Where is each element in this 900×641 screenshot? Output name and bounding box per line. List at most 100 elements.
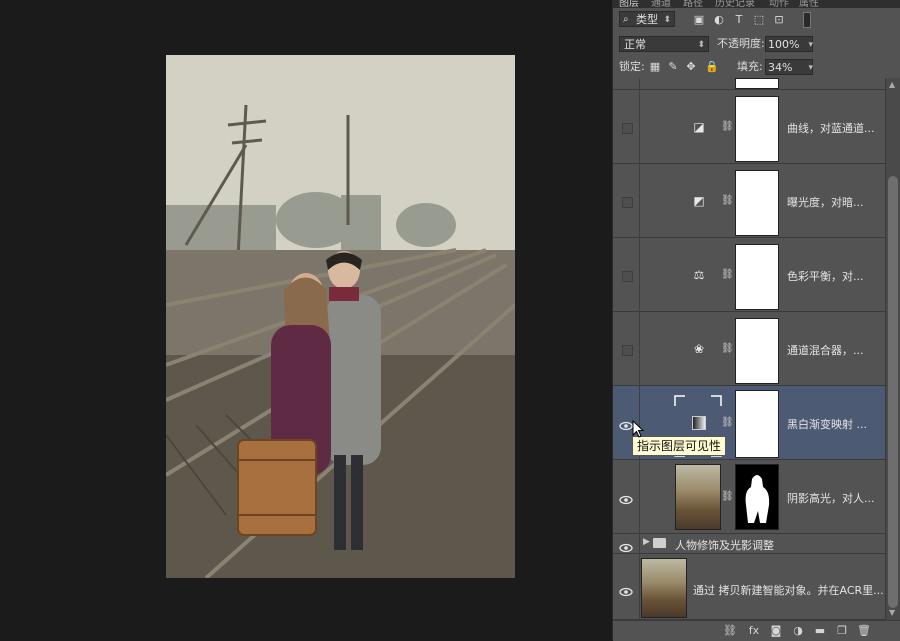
link-chain-icon[interactable]: ⛓ [721,343,734,355]
link-chain-icon[interactable]: ⛓ [721,417,734,429]
layer-mask-thumb[interactable] [735,244,779,310]
channel-mixer-icon: ❀ [693,342,705,356]
layer-row-base-smart-object[interactable]: 通过 拷贝新建智能对象。并在ACR里... [613,554,885,620]
visibility-divider [639,460,640,534]
layer-mask-thumb[interactable] [735,318,779,384]
fill-input[interactable]: 34% ▾ [765,59,813,75]
blend-mode-select[interactable]: 正常 ⬍ [619,36,709,52]
exposure-icon: ◩ [693,194,705,208]
layer-image-thumb[interactable] [641,558,687,618]
filter-toggle-switch[interactable] [803,12,811,28]
layer-mask-thumb[interactable] [735,170,779,236]
filter-kind-select[interactable]: ⌕ 类型 ⬍ [619,11,675,27]
filter-shape-icon[interactable]: ⬚ [753,14,765,26]
chevron-down-icon[interactable]: ▾ [808,37,813,53]
visibility-toggle-off[interactable] [622,271,633,282]
chevron-down-icon: ⬍ [697,40,705,50]
filter-kind-label: 类型 [636,13,658,26]
lock-row: 锁定: ▦ ✎ ✥ 🔒 填充: 34% ▾ [613,56,900,79]
visibility-divider [639,534,640,554]
color-balance-icon: ⚖ [693,268,705,282]
lock-position-move-icon[interactable]: ✥ [685,61,697,73]
filter-smart-object-icon[interactable]: ⊡ [773,14,785,26]
tab-channels[interactable]: 通道 [651,0,671,8]
link-layers-icon[interactable]: ⛓ [723,624,737,638]
tab-layers[interactable]: 图层 [619,0,639,8]
layers-list: ◪ ⛓ 曲线，对蓝通道... ◩ ⛓ 曝光度，对暗... ⚖ ⛓ 色彩平衡，对.… [613,78,885,620]
layers-panel: 图层 通道 路径 历史记录 动作 属性 ⌕ 类型 ⬍ ▣ ◐ T ⬚ ⊡ 正常 … [612,0,900,641]
layer-image-thumb[interactable] [675,464,721,530]
tab-properties[interactable]: 属性 [799,0,819,8]
layer-row-partial[interactable] [613,78,885,90]
scroll-down-icon[interactable]: ▼ [889,608,895,617]
expand-arrow-icon[interactable]: ▶ [643,537,650,547]
layer-name[interactable]: 通道混合器，... [787,342,864,358]
visibility-divider [639,164,640,238]
chevron-down-icon: ⬍ [663,15,671,25]
eye-icon[interactable] [619,490,635,505]
filter-pixel-icon[interactable]: ▣ [693,14,705,26]
layer-row-curves[interactable]: ◪ ⛓ 曲线，对蓝通道... [613,90,885,164]
link-chain-icon[interactable]: ⛓ [721,121,734,133]
folder-icon [653,538,666,548]
layer-group-row[interactable]: ▶ 人物修饰及光影调整 [613,534,885,554]
layer-row-shadow-highlight[interactable]: ⛓ 阴影高光，对人... [613,460,885,534]
new-group-icon[interactable]: ▬ [813,624,827,638]
tab-history[interactable]: 历史记录 [715,0,755,8]
layer-name[interactable]: 通过 拷贝新建智能对象。并在ACR里... [693,582,884,598]
visibility-divider [639,90,640,164]
gradient-map-icon [692,416,706,430]
panel-tab-strip: 图层 通道 路径 历史记录 动作 属性 [613,0,900,8]
layer-mask-thumb[interactable] [735,464,779,530]
visibility-divider [639,554,640,620]
link-chain-icon[interactable]: ⛓ [721,491,734,503]
lock-label: 锁定: [619,60,645,73]
layer-name[interactable]: 色彩平衡，对... [787,268,864,284]
eye-icon[interactable] [619,582,635,597]
layer-name[interactable]: 黑白渐变映射 ... [787,416,867,432]
link-chain-icon[interactable]: ⛓ [721,269,734,281]
add-mask-icon[interactable]: ◙ [769,624,783,638]
visibility-toggle-off[interactable] [622,123,633,134]
new-adjustment-layer-icon[interactable]: ◑ [791,624,805,638]
new-layer-icon[interactable]: ❐ [835,624,849,638]
chevron-down-icon[interactable]: ▾ [808,60,813,76]
layer-row-color-balance[interactable]: ⚖ ⛓ 色彩平衡，对... [613,238,885,312]
layers-scrollbar[interactable]: ▲ ▼ [885,78,900,620]
visibility-divider [639,238,640,312]
eye-icon[interactable] [619,538,635,553]
fill-value: 34% [768,61,793,74]
fill-label: 填充: [737,60,763,73]
tab-paths[interactable]: 路径 [683,0,703,8]
layer-mask-thumb[interactable] [735,390,779,458]
opacity-label: 不透明度: [717,37,765,50]
layer-name[interactable]: 阴影高光，对人... [787,490,875,506]
visibility-toggle-off[interactable] [622,197,633,208]
layer-mask-thumb[interactable] [735,96,779,162]
photo-couple-on-railway[interactable] [166,55,515,578]
delete-layer-icon[interactable]: 🗑 [857,624,871,638]
scrollbar-thumb[interactable] [888,176,898,608]
link-chain-icon[interactable]: ⛓ [721,195,734,207]
layer-style-fx-icon[interactable]: fx [747,624,761,638]
lock-image-brush-icon[interactable]: ✎ [667,61,679,73]
layer-name[interactable]: 曲线，对蓝通道... [787,120,875,136]
filter-adjustment-icon[interactable]: ◐ [713,14,725,26]
search-icon: ⌕ [623,14,629,25]
scroll-up-icon[interactable]: ▲ [889,80,895,89]
layer-mask-thumb[interactable] [735,78,779,89]
layer-name[interactable]: 曝光度，对暗... [787,194,864,210]
opacity-input[interactable]: 100% ▾ [765,36,813,52]
document-canvas[interactable] [0,0,612,640]
layers-bottom-toolbar: ⛓ fx ◙ ◑ ▬ ❐ 🗑 [613,620,900,641]
lock-transparent-icon[interactable]: ▦ [649,61,661,73]
layer-row-channel-mixer[interactable]: ❀ ⛓ 通道混合器，... [613,312,885,386]
blend-row: 正常 ⬍ 不透明度: 100% ▾ [613,32,900,56]
visibility-toggle-off[interactable] [622,345,633,356]
layer-row-exposure[interactable]: ◩ ⛓ 曝光度，对暗... [613,164,885,238]
tab-actions[interactable]: 动作 [769,0,789,8]
opacity-value: 100% [768,38,800,51]
layer-name[interactable]: 人物修饰及光影调整 [675,537,774,553]
lock-all-icon[interactable]: 🔒 [705,61,719,73]
filter-type-icon[interactable]: T [733,14,745,26]
